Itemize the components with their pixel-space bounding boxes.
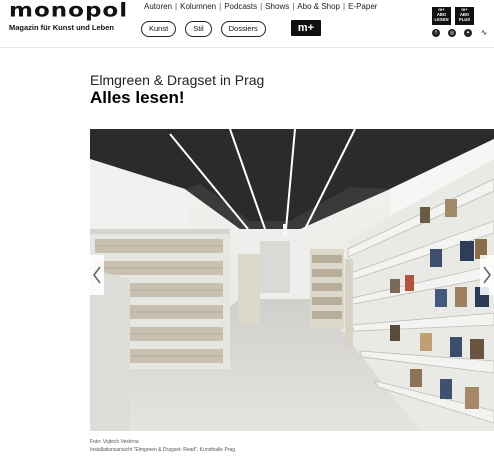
- abo-plus-badge[interactable]: m+ ABO PLUS: [455, 7, 474, 25]
- pill-dossiers[interactable]: Dossiers: [220, 21, 266, 37]
- instagram-icon[interactable]: ◎: [448, 29, 456, 37]
- chevron-right-icon: [483, 266, 491, 284]
- social-links: f ◎ ✦ ∿: [432, 29, 488, 37]
- mplus-button[interactable]: m+: [291, 20, 321, 36]
- chevron-left-icon: [93, 266, 101, 284]
- site-tagline: Magazin für Kunst und Leben: [9, 23, 114, 32]
- badge-line: PLUS: [458, 16, 471, 22]
- pill-kunst[interactable]: Kunst: [141, 21, 177, 37]
- bookshelf-installation-photo: [90, 129, 494, 431]
- nav-separator: |: [175, 1, 178, 11]
- nav-link-e-paper[interactable]: E-Paper: [348, 2, 377, 11]
- gallery-next-button[interactable]: [480, 255, 494, 295]
- nav-separator: |: [219, 1, 222, 11]
- abo-lesen-badge[interactable]: m+ ABO LESEN: [432, 7, 451, 25]
- image-gallery[interactable]: [90, 129, 494, 431]
- badge-line: LESEN: [434, 16, 449, 22]
- pill-stil[interactable]: Stil: [185, 21, 212, 37]
- rss-icon[interactable]: ∿: [480, 29, 488, 37]
- caption-text: Installationsansicht "Elmgreen & Dragset…: [90, 447, 236, 453]
- nav-link-shows[interactable]: Shows: [265, 2, 289, 11]
- nav-separator: |: [260, 1, 263, 11]
- photo-credit: Foto: Vojtech Veskrna: [90, 439, 139, 445]
- gallery-prev-button[interactable]: [90, 255, 104, 295]
- article-kicker: Elmgreen & Dragset in Prag: [90, 72, 265, 88]
- site-logo[interactable]: monopol: [9, 1, 128, 21]
- nav-link-kolumnen[interactable]: Kolumnen: [180, 2, 216, 11]
- nav-separator: |: [292, 1, 295, 11]
- site-header: monopol Magazin für Kunst und Leben Auto…: [0, 0, 494, 48]
- article-headline: Alles lesen!: [90, 88, 185, 107]
- nav-separator: |: [343, 1, 346, 11]
- top-nav: Autoren | Kolumnen | Podcasts | Shows | …: [144, 0, 377, 12]
- category-pills: Kunst Stil Dossiers: [141, 21, 266, 37]
- nav-link-autoren[interactable]: Autoren: [144, 2, 172, 11]
- twitter-icon[interactable]: ✦: [464, 29, 472, 37]
- nav-link-abo-shop[interactable]: Abo & Shop: [297, 2, 340, 11]
- image-caption: Foto: Vojtech Veskrna Installationsansic…: [90, 438, 235, 454]
- header-divider: [0, 47, 494, 48]
- nav-link-podcasts[interactable]: Podcasts: [224, 2, 257, 11]
- facebook-icon[interactable]: f: [432, 29, 440, 37]
